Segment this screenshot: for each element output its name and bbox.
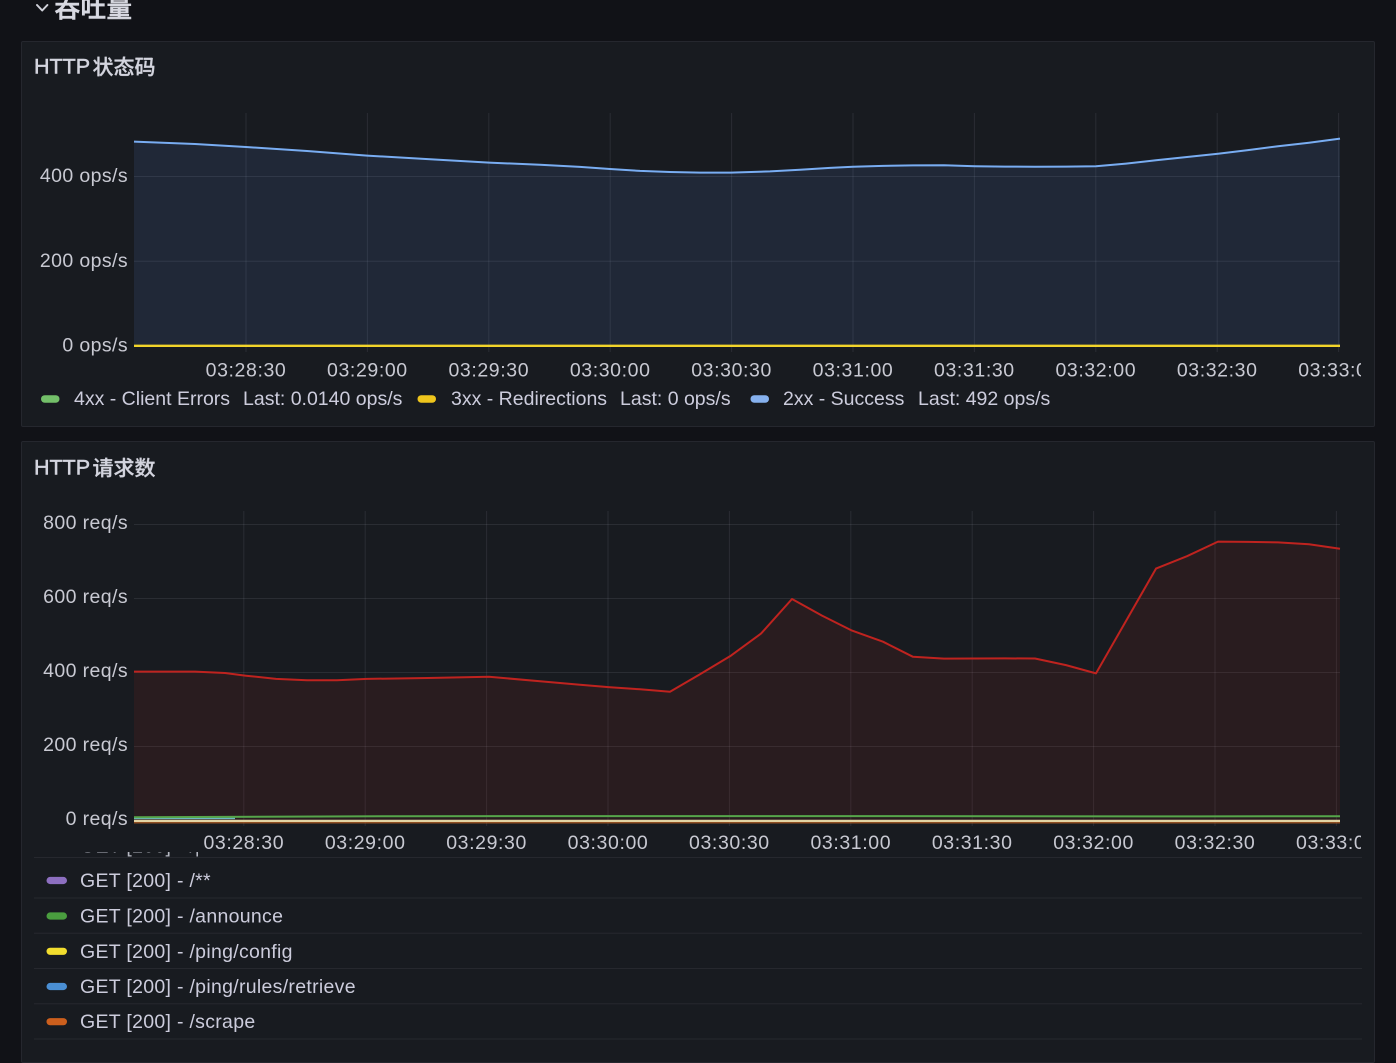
svg-text:03:30:00: 03:30:00 bbox=[570, 360, 651, 382]
svg-text:Last: 0.0140 ops/s: Last: 0.0140 ops/s bbox=[243, 388, 403, 410]
svg-text:GET [200] - /**: GET [200] - /** bbox=[80, 870, 211, 892]
svg-text:03:30:30: 03:30:30 bbox=[691, 360, 772, 382]
svg-text:HTTP: HTTP bbox=[34, 55, 90, 79]
svg-text:03:30:30: 03:30:30 bbox=[689, 832, 770, 854]
svg-text:400 req/s: 400 req/s bbox=[43, 660, 128, 682]
svg-text:HTTP: HTTP bbox=[34, 456, 90, 480]
svg-text:600 req/s: 600 req/s bbox=[43, 586, 128, 608]
svg-text:03:28:30: 03:28:30 bbox=[203, 832, 284, 854]
svg-text:03:31:30: 03:31:30 bbox=[932, 832, 1013, 854]
svg-text:0 ops/s: 0 ops/s bbox=[62, 335, 128, 357]
svg-text:03:28:30: 03:28:30 bbox=[206, 360, 287, 382]
svg-text:03:32:00: 03:32:00 bbox=[1053, 832, 1134, 854]
svg-text:03:29:00: 03:29:00 bbox=[327, 360, 408, 382]
svg-text:Last: 0 ops/s: Last: 0 ops/s bbox=[620, 388, 731, 410]
svg-text:03:29:30: 03:29:30 bbox=[448, 360, 529, 382]
svg-text:03:33:00: 03:33:00 bbox=[1298, 360, 1379, 382]
svg-text:03:32:30: 03:32:30 bbox=[1175, 832, 1256, 854]
svg-text:Last: 492 ops/s: Last: 492 ops/s bbox=[918, 388, 1051, 410]
svg-text:GET [200] - /ping/rules/retrie: GET [200] - /ping/rules/retrieve bbox=[80, 976, 356, 998]
svg-text:03:29:30: 03:29:30 bbox=[446, 832, 527, 854]
svg-text:2xx - Success: 2xx - Success bbox=[783, 388, 905, 410]
svg-text:03:29:00: 03:29:00 bbox=[325, 832, 406, 854]
svg-text:03:32:30: 03:32:30 bbox=[1177, 360, 1258, 382]
svg-text:800 req/s: 800 req/s bbox=[43, 512, 128, 534]
svg-text:GET [200] - /scrape: GET [200] - /scrape bbox=[80, 1011, 256, 1033]
svg-text:200 req/s: 200 req/s bbox=[43, 734, 128, 756]
svg-text:03:30:00: 03:30:00 bbox=[568, 832, 649, 854]
svg-text:03:32:00: 03:32:00 bbox=[1055, 360, 1136, 382]
svg-text:GET [200] - /ping/config: GET [200] - /ping/config bbox=[80, 941, 293, 963]
svg-text:03:33:00: 03:33:00 bbox=[1296, 832, 1377, 854]
svg-text:GET [200] - /announce: GET [200] - /announce bbox=[80, 906, 283, 928]
svg-text:400 ops/s: 400 ops/s bbox=[40, 165, 128, 187]
svg-text:03:31:00: 03:31:00 bbox=[810, 832, 891, 854]
svg-text:4xx - Client Errors: 4xx - Client Errors bbox=[74, 388, 230, 410]
svg-text:0 req/s: 0 req/s bbox=[66, 808, 128, 830]
svg-text:03:31:30: 03:31:30 bbox=[934, 360, 1015, 382]
svg-text:03:31:00: 03:31:00 bbox=[813, 360, 894, 382]
svg-text:200 ops/s: 200 ops/s bbox=[40, 250, 128, 272]
svg-text:3xx - Redirections: 3xx - Redirections bbox=[451, 388, 607, 410]
